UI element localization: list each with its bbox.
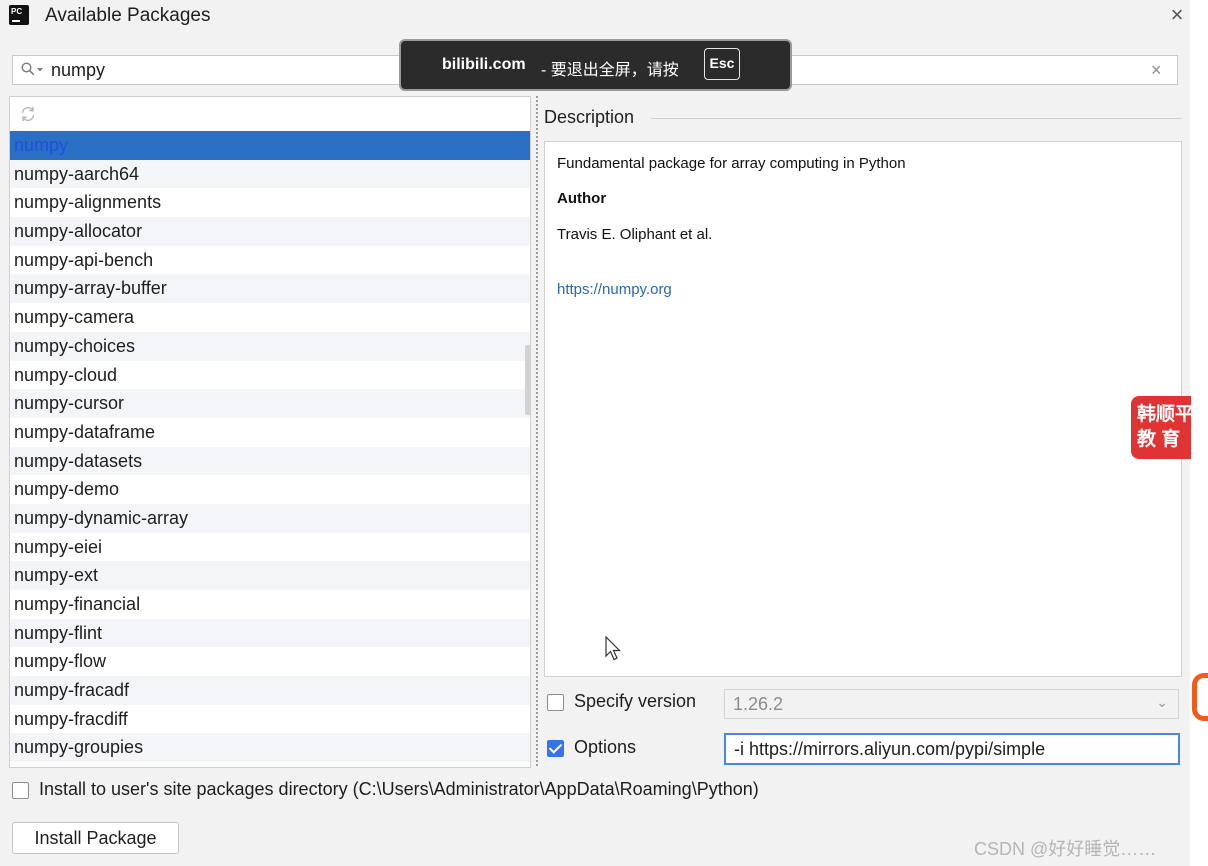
esc-key-badge: Esc (704, 48, 740, 80)
package-list-item[interactable]: numpy-array-buffer (10, 274, 530, 304)
package-list-item[interactable]: numpy-choices (10, 331, 530, 361)
pycharm-app-icon: PC (6, 2, 32, 28)
package-list-item[interactable]: numpy-demo (10, 475, 530, 504)
refresh-row (10, 97, 530, 131)
package-list-item[interactable]: numpy-datasets (10, 446, 530, 476)
package-list-item[interactable]: numpy-api-bench (10, 246, 530, 275)
version-select[interactable]: 1.26.2 ⌄ (724, 689, 1179, 719)
user-site-checkbox[interactable] (12, 782, 29, 799)
options-checkbox[interactable] (547, 740, 564, 757)
package-list-item[interactable]: numpy-dynamic-array (10, 503, 530, 533)
package-list-item[interactable]: numpy-fracdiff (10, 705, 530, 734)
package-list-item[interactable]: numpy-flow (10, 647, 530, 676)
version-value: 1.26.2 (733, 694, 784, 714)
clear-search-icon[interactable]: × (1151, 60, 1162, 81)
overlay-message: - 要退出全屏，请按 (541, 62, 679, 79)
package-list-scrollbar[interactable] (525, 345, 530, 415)
package-list-item[interactable]: numpy-alignments (10, 188, 530, 217)
package-list-panel: numpy numpy-aarch64 numpy-alignments numpy-… (9, 96, 531, 768)
watermark-badge-line2: 教 育 (1137, 429, 1181, 450)
options-label: Options (574, 737, 637, 757)
fullscreen-exit-overlay: bilibili.com - 要退出全屏，请按 Esc (399, 39, 792, 91)
homepage-link[interactable]: https://numpy.org (557, 281, 672, 298)
author-name: Travis E. Oliphant et al. (557, 226, 713, 243)
chevron-down-icon: ⌄ (1156, 694, 1168, 710)
description-label: Description (544, 107, 635, 127)
csdn-watermark: CSDN @好好睡觉…… (974, 839, 1157, 859)
author-heading: Author (557, 190, 607, 207)
edge-logo-fragment (1192, 673, 1208, 721)
package-list-item[interactable]: numpy-dataframe (10, 418, 530, 447)
dialog-title: Available Packages (45, 5, 211, 26)
description-panel: Fundamental package for array computing … (544, 141, 1182, 677)
package-list-item[interactable]: numpy-aarch64 (10, 159, 530, 189)
user-site-label: Install to user's site packages director… (39, 779, 759, 799)
package-summary: Fundamental package for array computing … (557, 155, 906, 172)
package-list-item[interactable]: numpy-groupies (10, 733, 530, 763)
overlay-site: bilibili.com (442, 56, 526, 73)
package-list-item[interactable]: numpy-flint (10, 618, 530, 648)
package-list-item[interactable]: numpy-cursor (10, 389, 530, 418)
watermark-badge-line1: 韩顺平 (1137, 404, 1191, 425)
package-list-item[interactable]: numpy-fracadf (10, 676, 530, 705)
title-bar: PC Available Packages × (0, 0, 1190, 32)
options-input[interactable] (724, 733, 1180, 765)
panel-splitter[interactable] (533, 96, 541, 768)
watermark-badge: 韩顺平 教 育 (1131, 396, 1191, 459)
close-icon[interactable]: × (1166, 4, 1188, 26)
package-list-item[interactable]: numpy (10, 131, 530, 160)
package-list-item[interactable]: numpy-allocator (10, 217, 530, 246)
search-icon (21, 62, 35, 76)
refresh-icon[interactable] (19, 105, 37, 123)
specify-version-label: Specify version (574, 691, 697, 711)
package-list-item[interactable]: numpy-ext (10, 561, 530, 590)
package-list-item[interactable]: numpy-cloud (10, 361, 530, 390)
specify-version-checkbox[interactable] (547, 694, 564, 711)
package-list: numpy numpy-aarch64 numpy-alignments numpy-… (10, 131, 530, 763)
install-package-button[interactable]: Install Package (12, 822, 179, 854)
package-list-item[interactable]: numpy-financial (10, 590, 530, 619)
description-divider (651, 118, 1182, 119)
available-packages-dialog: PC Available Packages × × numpynumpy-aar… (0, 0, 1190, 866)
package-list-item[interactable]: numpy-camera (10, 303, 530, 332)
package-list-item[interactable]: numpy-eiei (10, 533, 530, 562)
mouse-pointer-icon (605, 636, 621, 661)
search-options-chevron-icon[interactable] (37, 68, 43, 72)
